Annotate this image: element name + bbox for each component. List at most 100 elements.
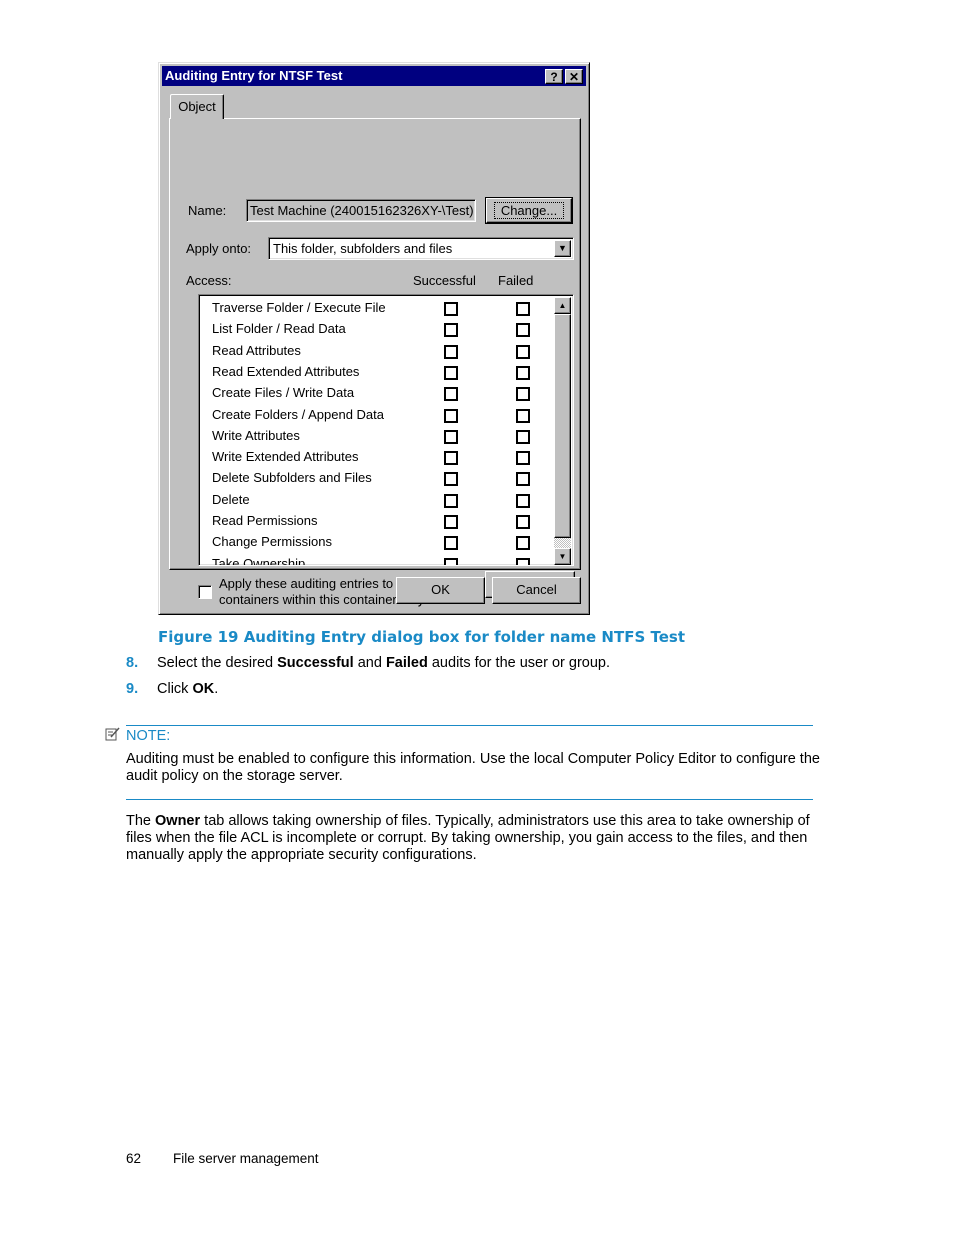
note-pencil-icon — [105, 727, 120, 741]
para-text: The — [126, 813, 156, 829]
successful-checkbox[interactable] — [444, 323, 458, 338]
apply-onto-value: This folder, subfolders and files — [273, 241, 453, 256]
change-button-label: Change... — [493, 202, 565, 219]
successful-checkbox[interactable] — [444, 493, 458, 508]
permission-name: List Folder / Read Data — [212, 321, 346, 337]
tab-object[interactable]: Object — [170, 94, 224, 119]
failed-checkbox[interactable] — [516, 493, 530, 508]
failed-checkbox[interactable] — [516, 557, 530, 565]
scrollbar-thumb[interactable] — [554, 314, 571, 538]
permission-name: Read Extended Attributes — [212, 363, 360, 379]
tab-object-label: Object — [178, 99, 216, 114]
successful-checkbox[interactable] — [444, 515, 458, 529]
step-number: 9. — [126, 681, 139, 697]
cancel-button[interactable]: Cancel — [492, 577, 581, 604]
permission-row: Change Permissions — [199, 532, 549, 553]
auditing-entry-dialog: Auditing Entry for NTSF Test ? ✕ Object … — [158, 62, 590, 615]
failed-checkbox[interactable] — [516, 387, 530, 402]
failed-checkbox[interactable] — [516, 323, 530, 338]
permission-row: List Folder / Read Data — [199, 319, 549, 340]
step-text: Select the desired — [157, 655, 278, 671]
para-text: tab allows taking ownership of files. Ty… — [126, 813, 810, 863]
failed-checkbox[interactable] — [516, 302, 530, 316]
scroll-down-arrow-icon[interactable]: ▼ — [554, 548, 571, 565]
dialog-title: Auditing Entry for NTSF Test — [165, 68, 343, 83]
step-8: 8. Select the desired Successful and Fail… — [126, 655, 610, 671]
permission-row: Write Attributes — [199, 426, 549, 447]
footer-section-title: File server management — [173, 1151, 319, 1166]
permission-name: Write Extended Attributes — [212, 449, 359, 465]
permission-row: Create Folders / Append Data — [199, 405, 549, 426]
permission-row: Read Extended Attributes — [199, 362, 549, 383]
access-permissions-list[interactable]: Take Ownership Change Permissions Read Per… — [198, 294, 574, 566]
permission-name: Write Attributes — [212, 427, 300, 443]
failed-checkbox[interactable] — [516, 365, 530, 380]
failed-checkbox[interactable] — [516, 344, 530, 359]
apply-onto-label: Apply onto: — [186, 241, 252, 256]
owner-paragraph: The Owner tab allows taking ownership of… — [126, 813, 831, 864]
change-button[interactable]: Change... — [485, 197, 573, 224]
note-heading: NOTE: — [105, 727, 170, 744]
permission-name: Take Ownership — [212, 555, 306, 566]
note-label: NOTE: — [126, 728, 171, 744]
failed-checkbox[interactable] — [516, 429, 530, 444]
successful-checkbox[interactable] — [444, 536, 458, 551]
figure-caption: Figure 19 Auditing Entry dialog box for … — [158, 628, 685, 646]
apply-container-only-checkbox[interactable] — [198, 585, 212, 599]
help-icon: ? — [550, 70, 558, 84]
step-text: Click — [157, 681, 193, 697]
step-text: and — [353, 655, 386, 671]
successful-checkbox[interactable] — [444, 408, 458, 423]
step-text: . — [214, 681, 219, 697]
failed-checkbox[interactable] — [516, 408, 530, 423]
failed-checkbox[interactable] — [516, 536, 530, 551]
permission-row: Delete Subfolders and Files — [199, 468, 549, 489]
apply-onto-select[interactable]: This folder, subfolders and files ▼ — [268, 237, 574, 260]
successful-checkbox[interactable] — [444, 302, 458, 316]
step-number: 8. — [126, 655, 139, 671]
chevron-down-icon[interactable]: ▼ — [554, 240, 571, 257]
step-text: audits for the user or group. — [427, 655, 610, 671]
failed-checkbox[interactable] — [516, 451, 530, 466]
dialog-titlebar: Auditing Entry for NTSF Test ? ✕ — [162, 66, 586, 86]
permission-name: Delete — [212, 491, 250, 507]
permission-row: Create Files / Write Data — [199, 383, 549, 404]
successful-column-header: Successful — [413, 273, 476, 288]
permission-name: Delete Subfolders and Files — [212, 470, 372, 486]
permission-row: Write Extended Attributes — [199, 447, 549, 468]
successful-checkbox[interactable] — [444, 365, 458, 380]
step-9: 9. Click OK. — [126, 681, 218, 697]
successful-checkbox[interactable] — [444, 387, 458, 402]
permission-row: Delete — [199, 490, 549, 511]
permission-name: Create Files / Write Data — [212, 385, 355, 401]
successful-checkbox[interactable] — [444, 429, 458, 444]
scroll-up-arrow-icon[interactable]: ▲ — [554, 297, 571, 314]
successful-checkbox[interactable] — [444, 451, 458, 466]
successful-checkbox[interactable] — [444, 344, 458, 359]
successful-checkbox[interactable] — [444, 472, 458, 487]
para-bold: Owner — [155, 813, 201, 829]
permission-row: Traverse Folder / Execute File — [199, 298, 549, 319]
name-field: Test Machine (240015162326XY-\Test) — [246, 199, 476, 222]
permission-row: Read Attributes — [199, 341, 549, 362]
failed-checkbox[interactable] — [516, 472, 530, 487]
object-tab-panel: Name: Test Machine (240015162326XY-\Test… — [169, 118, 581, 607]
note-text: Auditing must be enabled to configure th… — [126, 751, 820, 784]
scrollbar[interactable]: ▲ ▼ — [554, 297, 571, 565]
step-bold: OK — [192, 681, 215, 697]
permission-name: Create Folders / Append Data — [212, 406, 384, 422]
permission-name: Change Permissions — [212, 534, 332, 550]
successful-checkbox[interactable] — [444, 557, 458, 565]
step-bold: Successful — [277, 655, 354, 671]
permission-row: Take Ownership — [199, 554, 549, 566]
ok-button[interactable]: OK — [396, 577, 485, 604]
page-number: 62 — [126, 1151, 142, 1166]
note-bottom-divider — [126, 799, 813, 800]
permission-name: Traverse Folder / Execute File — [212, 300, 386, 315]
permission-name: Read Permissions — [212, 513, 318, 528]
permission-row: Read Permissions — [199, 511, 549, 532]
help-button[interactable]: ? — [545, 69, 563, 84]
failed-column-header: Failed — [498, 273, 534, 288]
failed-checkbox[interactable] — [516, 515, 530, 529]
close-button[interactable]: ✕ — [565, 69, 583, 84]
